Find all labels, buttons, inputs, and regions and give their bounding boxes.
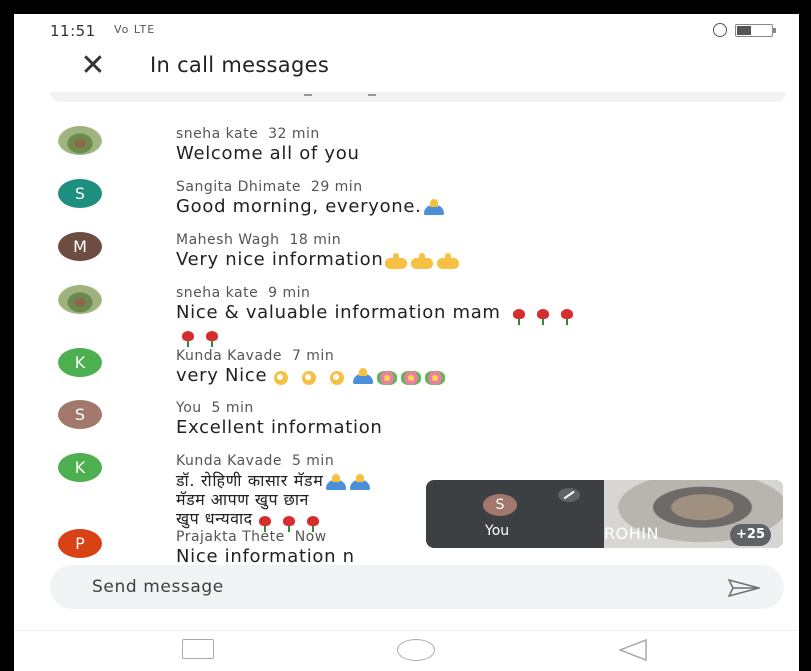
message-input[interactable] xyxy=(92,575,652,599)
message-sender: Prajakta Thete Now xyxy=(176,529,327,545)
avatar xyxy=(58,126,102,155)
rose-icon xyxy=(306,515,319,532)
message-text: Excellent information xyxy=(176,417,383,438)
rose-icon xyxy=(182,331,194,347)
message-sender: Kunda Kavade 5 min xyxy=(176,453,335,469)
signal-icon: Vo LTE xyxy=(114,23,156,36)
send-icon[interactable] xyxy=(728,579,760,597)
rose-icon xyxy=(513,309,526,325)
message-text-line3: खुप धन्यवाद xyxy=(176,509,325,532)
rose-icon xyxy=(561,309,574,325)
back-icon[interactable] xyxy=(618,639,648,661)
avatar xyxy=(58,285,102,314)
rose-icon xyxy=(206,331,218,347)
folded-hands-icon xyxy=(423,199,444,215)
previous-message-fade xyxy=(50,92,786,102)
avatar: P xyxy=(58,529,102,558)
participants-count-badge[interactable]: +25 xyxy=(730,524,771,546)
system-navigation-bar xyxy=(14,630,799,671)
rose-icon xyxy=(258,515,271,532)
flower-icon xyxy=(377,371,398,385)
message-text: Welcome all of you xyxy=(176,143,360,164)
avatar: K xyxy=(58,453,102,482)
folded-hands-icon xyxy=(353,368,374,384)
home-icon[interactable] xyxy=(397,639,435,661)
message-text: very Nice xyxy=(176,365,447,387)
flower-icon xyxy=(425,371,446,385)
ok-hand-icon xyxy=(330,371,345,385)
close-icon[interactable]: ✕ xyxy=(78,49,108,85)
avatar: S xyxy=(58,179,102,208)
message-text: डॉ. रोहिणी कासार मॅडम xyxy=(176,470,372,492)
call-overlay[interactable]: S You ROHIN +25 xyxy=(426,480,783,548)
battery-icon xyxy=(735,23,776,37)
message-text-line2: मॅडम आपण खुप छान xyxy=(176,490,309,509)
rose-icon xyxy=(282,515,295,532)
ok-hand-icon xyxy=(274,371,289,385)
message-sender: Sangita Dhimate 29 min xyxy=(176,179,363,195)
avatar: S xyxy=(58,400,102,429)
message-sender: sneha kate 9 min xyxy=(176,285,311,301)
remote-participant-name: ROHIN xyxy=(604,524,659,543)
phone-screen: 11:51 Vo LTE ✕ In call messages sneha ka… xyxy=(14,14,799,671)
lock-icon xyxy=(713,23,727,37)
message-sender: sneha kate 32 min xyxy=(176,126,320,142)
status-time: 11:51 xyxy=(50,22,96,40)
message-sender: Kunda Kavade 7 min xyxy=(176,348,335,364)
thumbs-up-icon xyxy=(411,252,434,269)
page-title: In call messages xyxy=(150,53,330,77)
message-text: Good morning, everyone. xyxy=(176,196,446,218)
recents-icon[interactable] xyxy=(182,639,214,659)
folded-hands-icon xyxy=(325,473,346,490)
self-avatar: S xyxy=(483,494,517,516)
message-text: Nice & valuable information mam xyxy=(176,302,579,325)
ok-hand-icon xyxy=(302,371,317,385)
status-right xyxy=(713,23,776,37)
rose-icon xyxy=(537,309,550,325)
message-sender: Mahesh Wagh 18 min xyxy=(176,232,342,248)
avatar: K xyxy=(58,348,102,377)
header: ✕ In call messages xyxy=(14,49,799,89)
folded-hands-icon xyxy=(349,473,370,490)
message-composer xyxy=(50,565,784,609)
message-sender: You 5 min xyxy=(176,400,254,416)
message-text-continued xyxy=(176,325,224,347)
thumbs-up-icon xyxy=(437,252,460,269)
flower-icon xyxy=(401,371,422,385)
self-label: You xyxy=(485,523,510,539)
mic-off-icon xyxy=(558,488,580,502)
avatar: M xyxy=(58,232,102,261)
thumbs-up-icon xyxy=(385,252,408,269)
message-text: Very nice information xyxy=(176,249,461,271)
status-bar: 11:51 Vo LTE xyxy=(14,14,799,44)
